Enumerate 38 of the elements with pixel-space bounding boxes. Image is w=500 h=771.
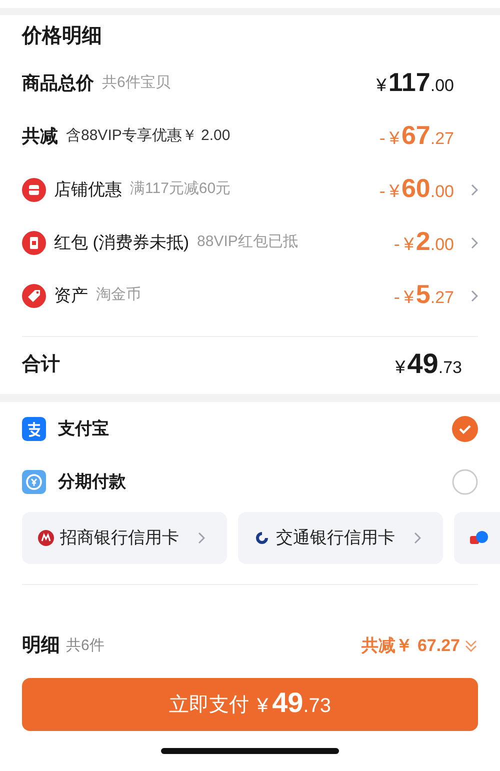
row-note: 88VIP红包已抵 — [197, 232, 298, 252]
bank-logo-icon — [470, 530, 488, 546]
checked-radio-icon[interactable] — [452, 416, 478, 442]
price: - ¥67.27 — [379, 122, 454, 152]
double-chevron-down-icon — [464, 639, 478, 653]
bank-logo-icon — [38, 530, 54, 546]
footer-label: 明细 — [22, 634, 60, 658]
payment-option[interactable]: 支付宝 — [22, 402, 478, 455]
row-note: 满117元减60元 — [130, 179, 231, 200]
envelope-icon — [22, 230, 46, 254]
row-label: 资产 — [54, 284, 88, 307]
bank-card-chip[interactable]: 交通银行信用卡 — [238, 512, 443, 564]
row-label: 共减 — [22, 125, 58, 148]
section-title: 价格明细 — [22, 24, 102, 49]
item-count: 共6件 — [66, 636, 104, 656]
radio-icon[interactable] — [452, 468, 478, 494]
chevron-right-icon — [197, 532, 205, 544]
total-label: 合计 — [22, 353, 60, 378]
row-note: 含88VIP专享优惠￥ 2.00 — [66, 126, 230, 146]
discount-summary: 共减￥ 67.27 — [362, 635, 460, 658]
price: - ¥60.00 — [379, 174, 454, 204]
installment-icon — [22, 470, 46, 494]
price: ¥49.73 — [395, 350, 462, 381]
payment-option[interactable]: 分期付款 — [22, 455, 478, 508]
bank-logo-icon — [254, 530, 270, 546]
chevron-right-icon — [413, 532, 421, 544]
price: - ¥5.27 — [394, 280, 454, 310]
tag-icon — [22, 284, 46, 308]
shop-icon — [22, 178, 46, 202]
bank-card-chip[interactable]: 招商银行信用卡 — [22, 512, 227, 564]
price: - ¥2.00 — [394, 228, 454, 258]
row-note: 淘金币 — [96, 285, 141, 306]
row-label: 店铺优惠 — [54, 178, 122, 201]
row-note: 共6件宝贝 — [102, 73, 170, 94]
row-label: 红包 (消费券未抵) — [54, 232, 190, 254]
row-label: 商品总价 — [22, 72, 94, 95]
alipay-icon — [22, 416, 46, 440]
price: ¥117.00 — [376, 68, 454, 98]
